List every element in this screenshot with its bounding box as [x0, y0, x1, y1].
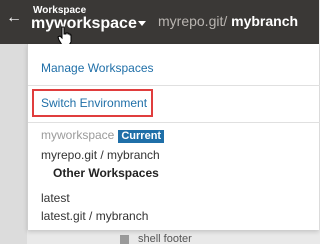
hand-cursor-icon: [57, 26, 72, 46]
workspace-item-latest-repo-branch[interactable]: latest.git / mybranch: [41, 209, 148, 223]
current-workspace-name: myworkspace: [41, 128, 115, 142]
file-icon: [120, 235, 129, 244]
workspace-dropdown-menu: Manage Workspaces Switch Environment myw…: [27, 44, 320, 230]
current-workspace-repo-branch: myrepo.git / mybranch: [41, 148, 160, 162]
back-arrow-icon[interactable]: ←: [6, 10, 22, 26]
repo-name: myrepo.git/: [158, 13, 228, 29]
workspace-item-latest[interactable]: latest: [41, 191, 70, 205]
branch-name: mybranch: [231, 13, 299, 29]
repo-branch-indicator[interactable]: myrepo.git/ mybranch: [158, 13, 298, 29]
other-workspaces-heading: Other Workspaces: [53, 166, 159, 180]
switch-environment-link[interactable]: Switch Environment: [41, 96, 147, 110]
left-sidebar-strip: [0, 44, 27, 244]
chevron-down-icon[interactable]: [138, 21, 146, 26]
background-file-label: shell footer: [138, 233, 192, 244]
menu-divider: [28, 85, 320, 86]
current-workspace-item: myworkspace Current: [41, 128, 165, 143]
menu-divider: [28, 122, 320, 123]
manage-workspaces-link[interactable]: Manage Workspaces: [41, 61, 154, 75]
top-header: ← Workspace myworkspace myrepo.git/ mybr…: [0, 0, 319, 46]
current-badge: Current: [118, 130, 165, 143]
workspace-selector[interactable]: myworkspace: [31, 15, 137, 33]
